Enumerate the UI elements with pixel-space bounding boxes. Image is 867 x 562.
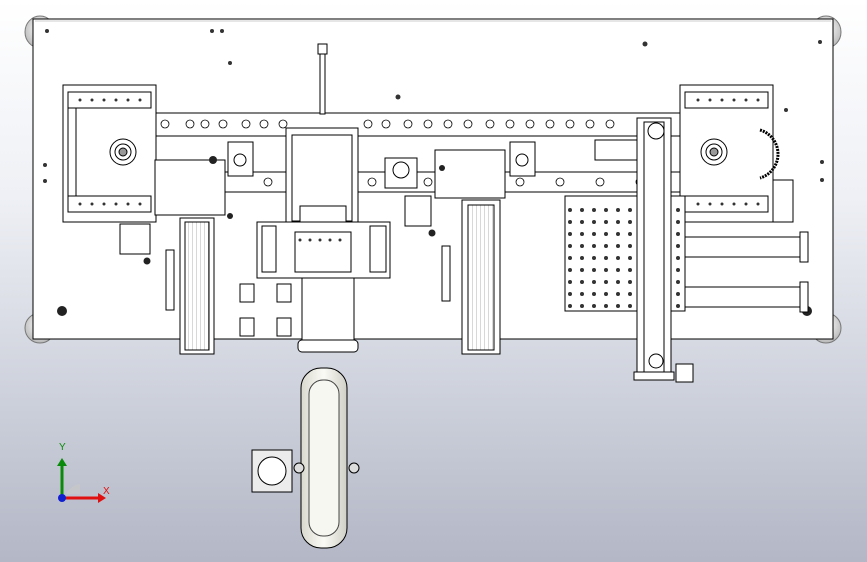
axis-y-label: Y — [59, 442, 66, 453]
center-carriage[interactable] — [256, 221, 391, 279]
drive-wheel[interactable] — [251, 367, 360, 549]
left-drive-module[interactable] — [62, 84, 157, 223]
coordinate-triad — [57, 458, 106, 503]
cylinder-block-left[interactable] — [227, 141, 254, 177]
axis-x-label: X — [103, 486, 110, 497]
right-drive-module[interactable] — [679, 84, 780, 223]
drive-arm[interactable] — [297, 277, 359, 353]
cad-viewport[interactable]: X Y — [0, 0, 867, 562]
cylinder-block-right[interactable] — [509, 141, 536, 177]
conveyor-rail-upper[interactable] — [155, 112, 681, 137]
motor-mount-center[interactable] — [384, 157, 418, 189]
machine-drawing[interactable] — [0, 0, 867, 562]
